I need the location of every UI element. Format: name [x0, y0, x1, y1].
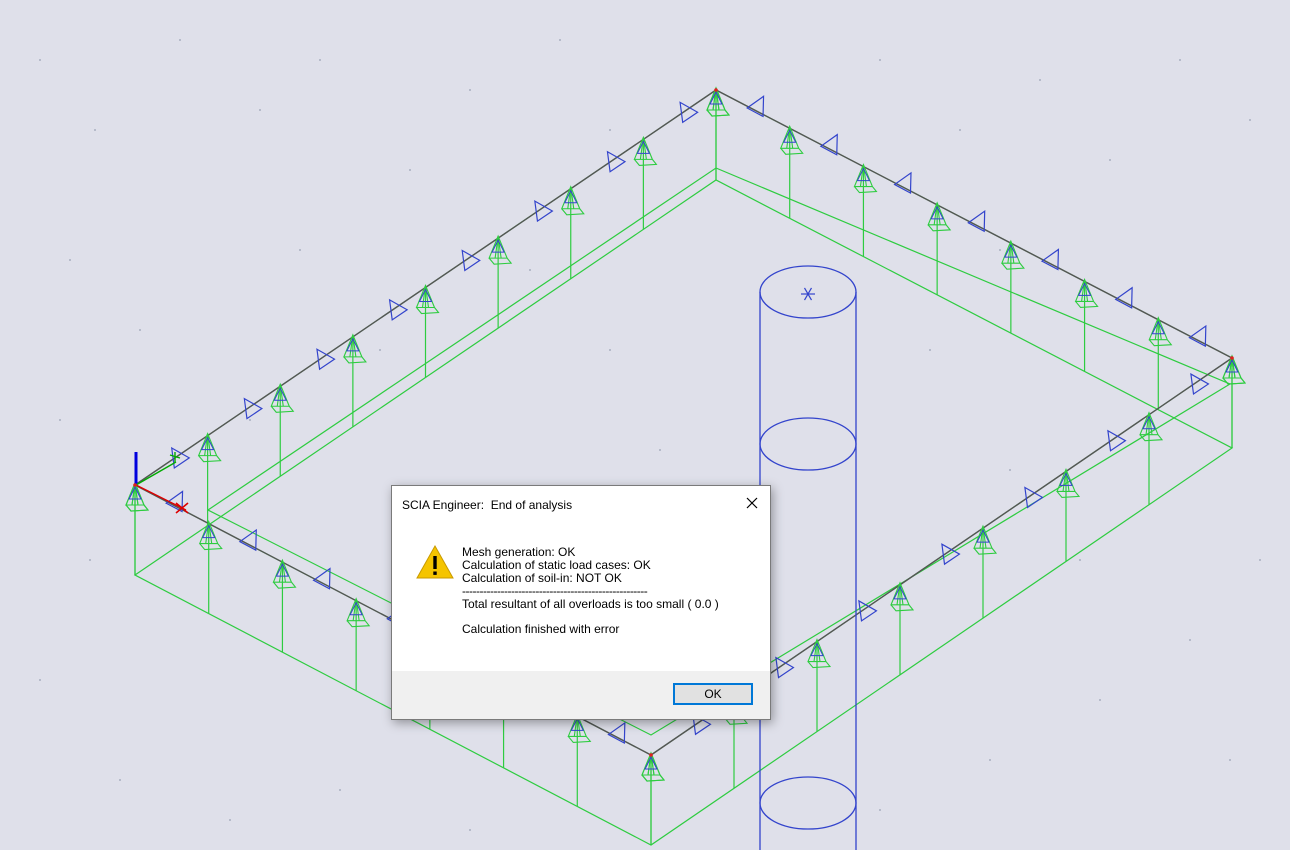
- end-of-analysis-dialog[interactable]: SCIA Engineer: End of analysis Mesh gene…: [391, 485, 771, 720]
- support-triangle-icon: [858, 599, 878, 622]
- dialog-message: Mesh generation: OK Calculation of stati…: [462, 546, 742, 636]
- support-pyramid-icon: [197, 432, 222, 463]
- support-pyramid-icon: [853, 163, 878, 194]
- support-triangle-icon: [1107, 429, 1127, 452]
- dialog-button-bar: OK: [392, 671, 770, 719]
- support-pyramid-icon: [415, 284, 440, 315]
- support-pyramid-icon: [272, 558, 297, 589]
- node-point: [133, 483, 137, 487]
- support-pyramid-icon: [973, 524, 998, 555]
- support-pyramid-icon: [1222, 354, 1247, 385]
- warning-icon: [416, 545, 454, 579]
- support-pyramid-icon: [1001, 239, 1025, 270]
- node-point: [649, 753, 653, 757]
- support-pyramid-icon: [706, 86, 731, 117]
- support-triangle-icon: [388, 298, 409, 321]
- support-pyramid-icon: [346, 597, 371, 628]
- beam-edge-back: [134, 89, 1233, 486]
- support-pyramid-icon: [1148, 316, 1173, 347]
- structure-3d-view: [39, 39, 1261, 850]
- support-pyramid-icon: [641, 751, 666, 782]
- close-icon: [746, 497, 758, 509]
- slab-outline: [39, 39, 1261, 846]
- support-triangle-icon: [170, 446, 191, 470]
- support-pyramid-icon: [633, 135, 658, 166]
- support-pyramid-icon: [1056, 467, 1081, 498]
- axis-y-label: [169, 452, 181, 463]
- model-viewport[interactable]: SCIA Engineer: End of analysis Mesh gene…: [0, 0, 1290, 850]
- dialog-title: SCIA Engineer: End of analysis: [402, 498, 573, 512]
- node-point: [1230, 356, 1234, 360]
- support-triangle-icon: [243, 397, 264, 420]
- support-pyramid-icon: [779, 124, 804, 155]
- support-triangle-icon: [606, 150, 627, 173]
- column-center-star-icon: [801, 287, 815, 301]
- support-pyramid-icon: [488, 234, 513, 265]
- column-mid-ellipse: [759, 417, 857, 471]
- message-summary: Calculation finished with error: [462, 622, 620, 636]
- axis-y: [135, 461, 177, 486]
- message-error-detail: Total resultant of all overloads is too …: [462, 597, 719, 611]
- support-pyramid-icon: [270, 382, 295, 413]
- support-pyramid-icon: [807, 638, 832, 669]
- support-pyramid-icon: [1074, 277, 1099, 308]
- support-triangle-icon: [679, 101, 699, 124]
- support-pyramid-icon: [125, 481, 150, 512]
- support-pyramid-icon: [198, 520, 223, 551]
- column-bottom-ellipse: [759, 776, 857, 830]
- column: [759, 265, 857, 850]
- ok-button[interactable]: OK: [673, 683, 753, 705]
- column-top-ellipse: [759, 265, 857, 319]
- support-triangle-icon: [461, 249, 481, 272]
- support-triangle-icon: [316, 348, 336, 371]
- node-point: [714, 88, 718, 92]
- support-triangle-icon: [534, 200, 554, 223]
- support-pyramid-icon: [927, 201, 952, 232]
- message-soil-in: Calculation of soil-in: NOT OK: [462, 571, 622, 585]
- axis-x: [135, 484, 187, 511]
- close-button[interactable]: [740, 492, 764, 514]
- support-pyramid-icon: [343, 333, 367, 364]
- support-pyramid-icon: [560, 185, 585, 216]
- support-triangle-icon: [1024, 486, 1044, 509]
